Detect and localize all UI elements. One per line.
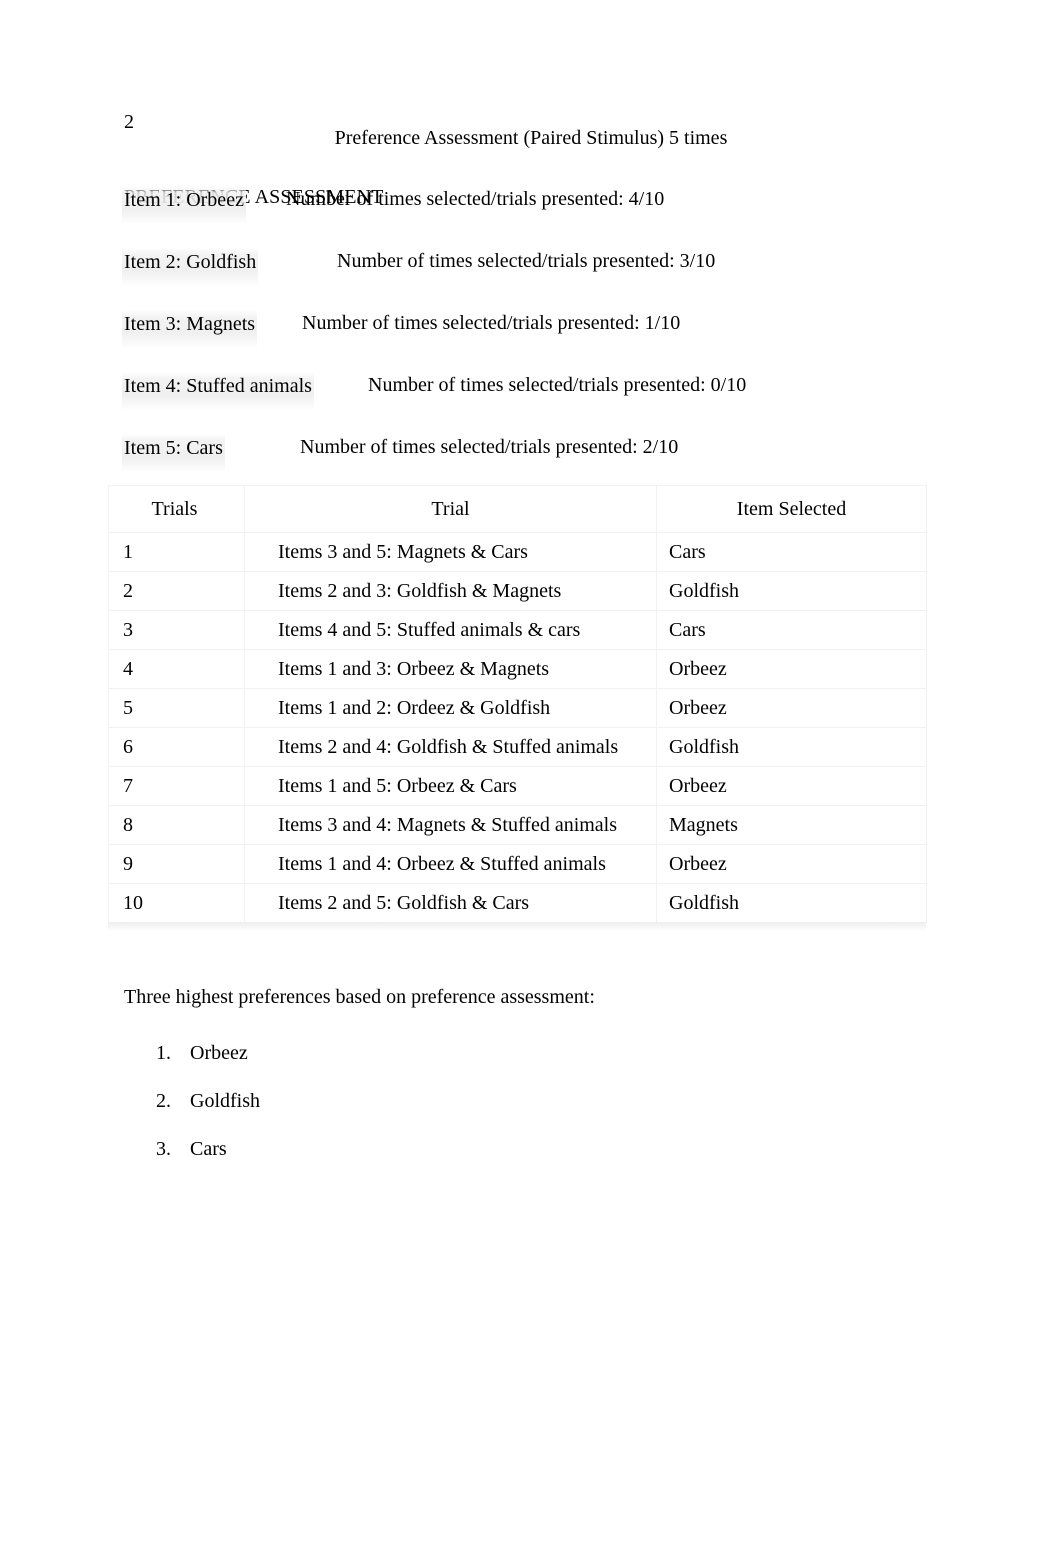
cell-pairing: Items 1 and 2: Ordeez & Goldfish [244,688,657,728]
table-row: 10 Items 2 and 5: Goldfish & Cars Goldfi… [108,883,927,923]
table-header-row: Trials Trial Item Selected [108,485,927,533]
item-label: Item 1: Orbeez [122,186,246,223]
item-stat: Number of times selected/trials presente… [337,250,716,272]
item-label: Item 5: Cars [122,434,225,471]
trials-table-container: Trials Trial Item Selected 1 Items 3 and… [108,485,927,923]
list-item: 3. Cars [124,1136,260,1184]
cell-trial-number: 8 [108,805,245,845]
item-summary-list: Item 1: Orbeez Number of times selected/… [122,186,984,496]
cell-trial-number: 5 [108,688,245,728]
cell-pairing: Items 2 and 4: Goldfish & Stuffed animal… [244,727,657,767]
cell-item-selected: Goldfish [656,571,927,611]
cell-item-selected: Orbeez [656,844,927,884]
trials-table-body: 1 Items 3 and 5: Magnets & Cars Cars 2 I… [108,532,927,923]
list-item-label: Cars [190,1138,227,1160]
cell-pairing: Items 2 and 3: Goldfish & Magnets [244,571,657,611]
cell-pairing: Items 4 and 5: Stuffed animals & cars [244,610,657,650]
list-item-number: 2. [156,1090,171,1112]
table-row: 1 Items 3 and 5: Magnets & Cars Cars [108,532,927,572]
list-item-number: 1. [156,1042,171,1064]
table-row: 2 Items 2 and 3: Goldfish & Magnets Gold… [108,571,927,611]
cell-trial-number: 7 [108,766,245,806]
cell-trial-number: 3 [108,610,245,650]
column-header-trials: Trials [108,485,245,533]
cell-item-selected: Orbeez [656,688,927,728]
table-bottom-edge [108,923,926,931]
item-line: Item 2: Goldfish Number of times selecte… [122,248,984,310]
cell-item-selected: Cars [656,532,927,572]
item-stat: Number of times selected/trials presente… [286,188,665,210]
list-item-label: Orbeez [190,1042,248,1064]
trials-table: Trials Trial Item Selected 1 Items 3 and… [108,485,927,923]
table-row: 6 Items 2 and 4: Goldfish & Stuffed anim… [108,727,927,767]
cell-pairing: Items 3 and 4: Magnets & Stuffed animals [244,805,657,845]
cell-trial-number: 1 [108,532,245,572]
table-row: 8 Items 3 and 4: Magnets & Stuffed anima… [108,805,927,845]
cell-trial-number: 10 [108,883,245,923]
table-row: 3 Items 4 and 5: Stuffed animals & cars … [108,610,927,650]
list-item-number: 3. [156,1138,171,1160]
cell-trial-number: 6 [108,727,245,767]
item-line: Item 4: Stuffed animals Number of times … [122,372,984,434]
item-label: Item 3: Magnets [122,310,258,347]
item-stat: Number of times selected/trials presente… [302,312,681,334]
cell-trial-number: 9 [108,844,245,884]
cell-item-selected: Cars [656,610,927,650]
column-header-item-selected: Item Selected [656,485,927,533]
cell-trial-number: 4 [108,649,245,689]
summary-heading: Three highest preferences based on prefe… [124,986,595,1008]
cell-pairing: Items 1 and 3: Orbeez & Magnets [244,649,657,689]
cell-pairing: Items 1 and 4: Orbeez & Stuffed animals [244,844,657,884]
list-item: 1. Orbeez [124,1040,260,1088]
top-preferences-list: 1. Orbeez 2. Goldfish 3. Cars [124,1040,260,1184]
item-label: Item 4: Stuffed animals [122,372,314,409]
document-subtitle: Preference Assessment (Paired Stimulus) … [334,127,728,149]
cell-pairing: Items 2 and 5: Goldfish & Cars [244,883,657,923]
cell-pairing: Items 1 and 5: Orbeez & Cars [244,766,657,806]
table-row: 5 Items 1 and 2: Ordeez & Goldfish Orbee… [108,688,927,728]
table-row: 4 Items 1 and 3: Orbeez & Magnets Orbeez [108,649,927,689]
list-item: 2. Goldfish [124,1088,260,1136]
cell-trial-number: 2 [108,571,245,611]
item-line: Item 3: Magnets Number of times selected… [122,310,984,372]
cell-pairing: Items 3 and 5: Magnets & Cars [244,532,657,572]
list-item-label: Goldfish [190,1090,260,1112]
table-row: 9 Items 1 and 4: Orbeez & Stuffed animal… [108,844,927,884]
document-page: 2 PREFERENCE ASSESSMENT Preference Asses… [0,0,1062,1561]
table-row: 7 Items 1 and 5: Orbeez & Cars Orbeez [108,766,927,806]
cell-item-selected: Goldfish [656,727,927,767]
item-line: Item 1: Orbeez Number of times selected/… [122,186,984,248]
item-stat: Number of times selected/trials presente… [300,436,679,458]
cell-item-selected: Magnets [656,805,927,845]
item-stat: Number of times selected/trials presente… [368,374,747,396]
cell-item-selected: Orbeez [656,766,927,806]
column-header-trial: Trial [244,485,657,533]
cell-item-selected: Orbeez [656,649,927,689]
cell-item-selected: Goldfish [656,883,927,923]
item-label: Item 2: Goldfish [122,248,259,285]
